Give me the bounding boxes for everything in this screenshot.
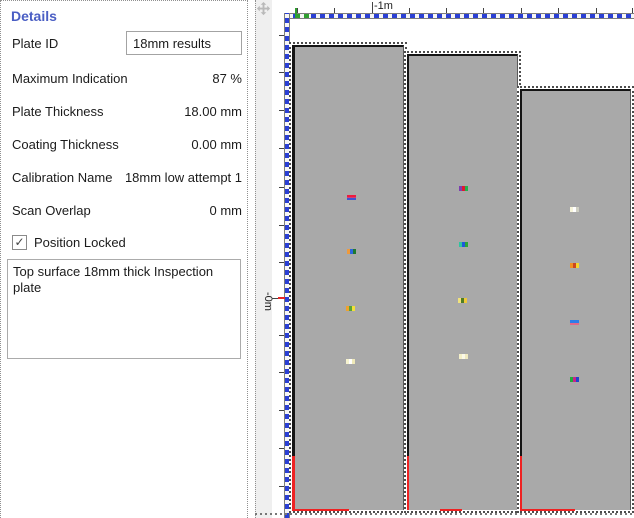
field-row: Scan Overlap 0 mm [12, 200, 242, 221]
details-fields: Plate ID Maximum Indication 87 % Plate Thic… [1, 30, 247, 221]
description-box[interactable]: Top surface 18mm thick Inspection plate [7, 259, 241, 359]
indication-marker[interactable] [459, 354, 468, 359]
plate[interactable] [517, 86, 634, 513]
field-row: Plate ID [12, 30, 242, 56]
details-panel: Details Plate IDMaximum Indication87 %Pl… [0, 0, 248, 518]
selection-border-top[interactable] [284, 13, 634, 19]
indication-marker[interactable] [570, 263, 579, 268]
panel-title: Details [11, 8, 57, 24]
field-row: Plate Thickness 18.00 mm [12, 101, 242, 122]
origin-tick-x [295, 8, 297, 14]
checkbox-icon[interactable]: ✓ [12, 234, 27, 250]
indication-marker[interactable] [459, 186, 468, 191]
plate[interactable] [289, 42, 407, 513]
scan-outline-segment [407, 456, 409, 510]
field-row: Calibration Name 18mm low attempt 1 [12, 167, 242, 188]
scan-outline-segment [292, 509, 349, 511]
canvas-bottom-border [255, 513, 634, 515]
field-label: Coating Thickness [12, 137, 119, 152]
position-locked-label: Position Locked [34, 234, 126, 250]
indication-marker[interactable] [570, 207, 579, 212]
plate-id-input[interactable] [126, 31, 242, 55]
field-label: Plate Thickness [12, 104, 104, 119]
field-row: Maximum Indication 87 % [12, 68, 242, 89]
indication-marker[interactable] [458, 298, 467, 303]
field-value: 18.00 mm [184, 104, 242, 119]
field-value: 18mm low attempt 1 [124, 170, 242, 185]
plate-surface[interactable] [407, 54, 518, 510]
scan-outline-segment [520, 456, 522, 510]
indication-marker[interactable] [347, 195, 356, 201]
field-value: 87 % [212, 71, 242, 86]
plate[interactable] [404, 51, 521, 513]
indication-marker[interactable] [459, 242, 468, 247]
field-label: Scan Overlap [12, 203, 91, 218]
field-label: Maximum Indication [12, 71, 128, 86]
scan-outline-segment [292, 456, 295, 510]
scan-outline-segment [520, 509, 575, 511]
move-icon[interactable] [256, 1, 271, 16]
plate-surface[interactable] [292, 45, 404, 510]
h-ruler-label: -1m [374, 0, 393, 12]
canvas-toolstrip [255, 0, 272, 518]
app-window: Details Plate IDMaximum Indication87 %Pl… [0, 0, 634, 518]
indication-marker[interactable] [346, 306, 355, 311]
position-locked-row[interactable]: ✓ Position Locked [12, 233, 247, 251]
field-value: 0 mm [209, 203, 243, 218]
field-label: Calibration Name [12, 170, 113, 185]
origin-tick-y [278, 297, 285, 299]
indication-marker[interactable] [346, 359, 355, 364]
v-ruler-label: -0m [262, 292, 274, 311]
field-value: 0.00 mm [191, 137, 242, 152]
field-label: Plate ID [12, 35, 59, 51]
origin-marker-x [295, 14, 311, 18]
field-row: Coating Thickness 0.00 mm [12, 134, 242, 155]
indication-marker[interactable] [570, 320, 579, 325]
scan-outline-segment [440, 509, 462, 511]
indication-marker[interactable] [570, 377, 579, 382]
plate-surface[interactable] [520, 89, 631, 510]
indication-marker[interactable] [347, 249, 356, 254]
